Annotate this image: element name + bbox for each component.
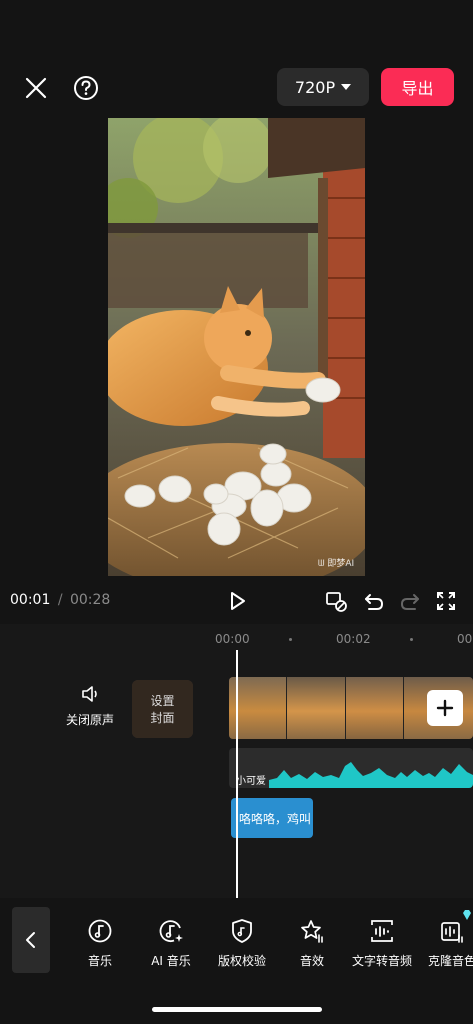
tool-label: 音乐 (87, 954, 112, 968)
total-time: 00:28 (69, 592, 111, 608)
playhead[interactable] (236, 650, 238, 898)
copyright-check-icon (232, 919, 252, 943)
tool-label: 文字转音频 (351, 954, 412, 968)
play-button[interactable] (222, 588, 252, 614)
premium-diamond-icon (461, 906, 473, 920)
chevron-down-icon (341, 84, 352, 90)
add-clip-button[interactable] (427, 690, 463, 726)
video-preview[interactable]: ᗯ 即梦AI (108, 118, 365, 576)
speaker-icon (82, 686, 97, 702)
music-note-icon (88, 919, 112, 943)
ruler-dot (289, 638, 292, 641)
tool-label: 克隆音色 (427, 954, 473, 968)
back-button[interactable] (12, 907, 50, 973)
set-cover-label-line1: 设置 (150, 694, 175, 708)
close-icon (25, 77, 47, 99)
ruler-dot (410, 638, 413, 641)
tool-ai-music[interactable]: AI 音乐 (139, 918, 203, 969)
ruler-label-0: 00:00 (215, 632, 250, 646)
tool-label: AI 音乐 (151, 954, 191, 968)
resolution-dropdown[interactable]: 720P (277, 68, 369, 106)
undo-icon (365, 594, 384, 610)
ruler-label-2: 00:0 (457, 632, 473, 646)
redo-icon (400, 594, 419, 610)
mute-original-button[interactable]: 关闭原声 (60, 684, 120, 732)
text-clip[interactable]: 咯咯咯，鸡叫 (231, 798, 313, 838)
current-time: 00:01 (10, 592, 51, 608)
chevron-left-icon (26, 932, 35, 948)
clip-thumbnail (345, 677, 404, 739)
home-indicator (152, 1007, 322, 1012)
tool-text-to-audio[interactable]: 文字转音频 (350, 918, 414, 969)
tool-sound-effects[interactable]: 音效 (280, 918, 344, 969)
tool-label: 版权校验 (217, 954, 266, 968)
resolution-label: 720P (294, 77, 336, 97)
text-to-audio-icon (371, 920, 393, 942)
undo-button[interactable] (360, 588, 388, 614)
clip-thumbnail (287, 677, 346, 739)
watermark-text: ᗯ 即梦AI (318, 558, 354, 569)
play-icon (231, 592, 245, 610)
audio-waveform (269, 762, 473, 788)
sound-effect-star-icon (301, 920, 323, 943)
keyframe-mute-icon (326, 592, 347, 612)
tool-copyright-check[interactable]: 版权校验 (210, 918, 274, 969)
tool-clone-voice[interactable]: 克隆音色 (420, 918, 473, 969)
keyframe-button[interactable] (322, 588, 350, 614)
fullscreen-button[interactable] (432, 588, 460, 614)
audio-track[interactable]: 小可爱 (229, 748, 473, 788)
tool-label: 音效 (299, 954, 324, 968)
time-separator: / (57, 592, 63, 608)
ai-music-icon (159, 920, 183, 942)
set-cover-label-line2: 封面 (150, 711, 175, 725)
clone-voice-icon (441, 922, 463, 943)
help-button[interactable] (70, 72, 102, 104)
tool-music[interactable]: 音乐 (68, 918, 132, 969)
export-button[interactable]: 导出 (381, 68, 454, 106)
mute-original-label: 关闭原声 (65, 713, 114, 727)
set-cover-button[interactable]: 设置 封面 (132, 680, 193, 738)
text-clip-label: 咯咯咯，鸡叫 (239, 811, 312, 826)
time-readout: 00:01 / 00:28 (10, 592, 110, 608)
export-label: 导出 (401, 79, 434, 98)
fullscreen-icon (437, 592, 455, 610)
help-icon (74, 76, 98, 100)
video-frame-image: ᗯ 即梦AI (108, 118, 365, 576)
plus-icon (436, 699, 454, 717)
close-button[interactable] (20, 72, 52, 104)
redo-button[interactable] (396, 588, 424, 614)
ruler-label-1: 00:02 (336, 632, 371, 646)
